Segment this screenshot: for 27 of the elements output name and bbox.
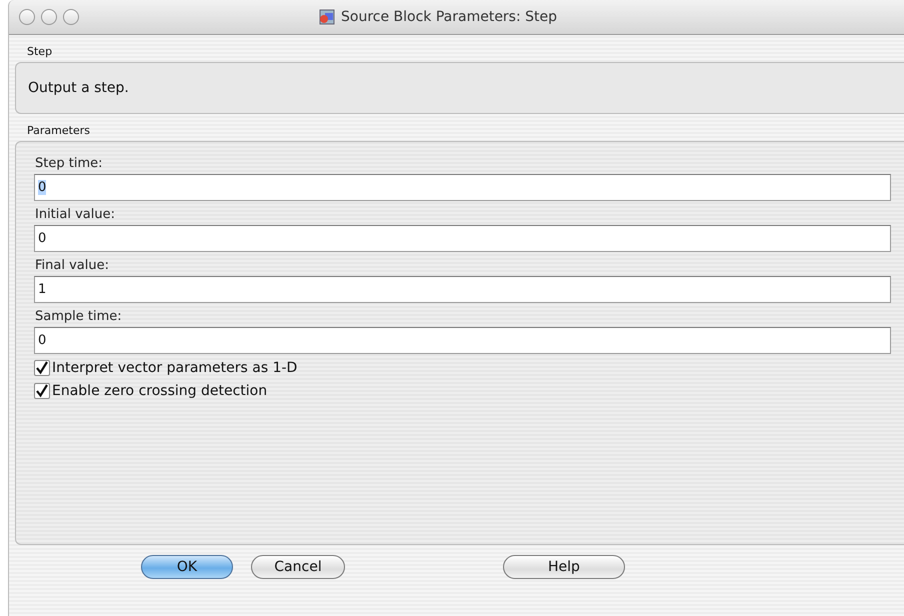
input-field[interactable]: 0: [34, 225, 891, 252]
checkbox-label: Interpret vector parameters as 1-D: [52, 360, 298, 376]
field-value: 0: [38, 231, 46, 246]
checkbox-label: Enable zero crossing detection: [52, 383, 268, 399]
description-text: Output a step.: [28, 80, 129, 96]
window-control[interactable]: [63, 9, 79, 25]
window-title: Source Block Parameters: Step: [341, 9, 558, 25]
field-label: Initial value:: [34, 206, 116, 224]
window-control[interactable]: [19, 9, 35, 25]
checkbox[interactable]: [34, 383, 50, 399]
window-control[interactable]: [41, 9, 57, 25]
dialog-button[interactable]: Cancel: [251, 555, 345, 579]
group-heading: Parameters: [26, 123, 91, 139]
input-field[interactable]: 0: [34, 327, 891, 354]
field-label: Final value:: [34, 257, 110, 275]
block-icon: [319, 9, 335, 25]
dialog-button[interactable]: Help: [503, 555, 625, 579]
field-value: 1: [38, 282, 46, 297]
group-heading: Step: [26, 44, 54, 60]
input-field[interactable]: 1: [34, 276, 891, 303]
field-label: Sample time:: [34, 308, 123, 326]
dialog-button[interactable]: OK: [141, 555, 233, 579]
field-value: 0: [38, 333, 46, 348]
field-value: 0: [38, 180, 46, 195]
field-label: Step time:: [34, 155, 104, 173]
checkbox[interactable]: [34, 360, 50, 376]
input-field[interactable]: 0: [34, 174, 891, 201]
